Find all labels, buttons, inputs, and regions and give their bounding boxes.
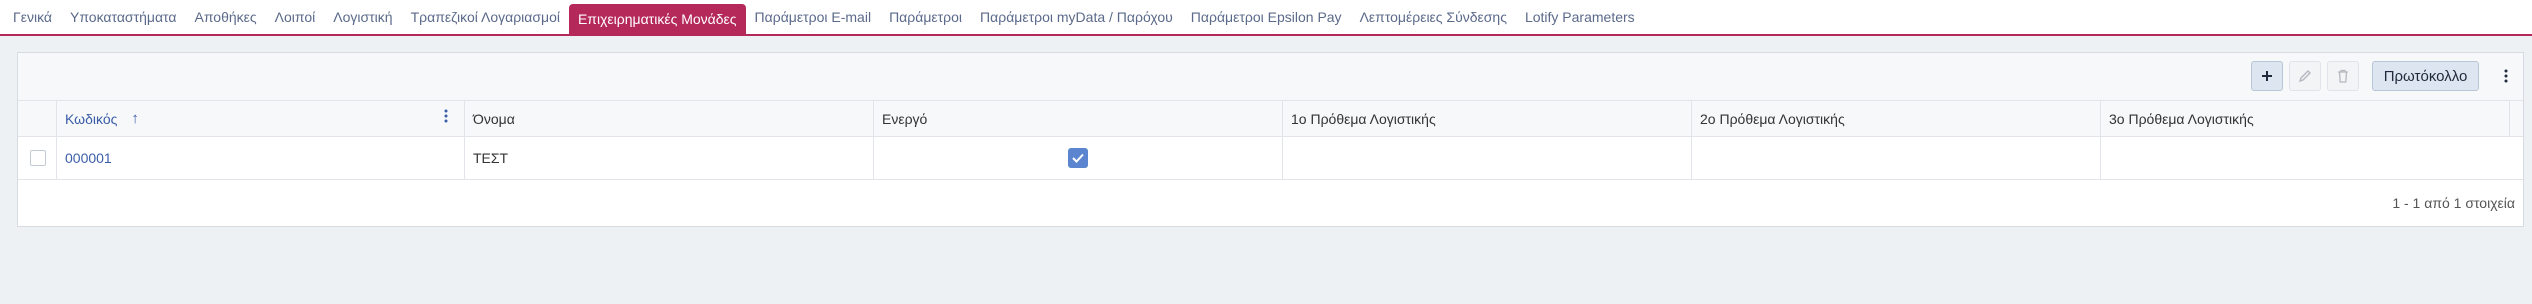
add-button[interactable] — [2251, 61, 2283, 91]
column-header-code[interactable]: Κωδικός ↑ — [57, 101, 465, 136]
tab-mydata-parameters[interactable]: Παράμετροι myData / Παρόχου — [971, 0, 1182, 34]
active-checkbox[interactable] — [1068, 148, 1088, 168]
grid-toolbar: Πρωτόκολλο — [18, 53, 2523, 101]
select-column-header — [18, 101, 57, 136]
checkmark-icon — [1072, 153, 1084, 163]
tab-bank-accounts[interactable]: Τραπεζικοί Λογαριασμοί — [402, 0, 569, 34]
cell-name: ΤΕΣΤ — [465, 137, 874, 179]
cell-active — [874, 137, 1283, 179]
kebab-icon — [2504, 69, 2508, 83]
tab-email-parameters[interactable]: Παράμετροι E-mail — [746, 0, 881, 34]
table-header: Κωδικός ↑ Όνομα Ενεργό 1ο Πρόθεμα Λογιστ… — [18, 101, 2523, 137]
edit-button[interactable] — [2289, 61, 2321, 91]
cell-prefix2 — [1692, 137, 2101, 179]
tab-other[interactable]: Λοιποί — [266, 0, 325, 34]
plus-icon — [2262, 71, 2272, 81]
row-select-cell — [18, 137, 57, 179]
tab-lotify-parameters[interactable]: Lotify Parameters — [1516, 0, 1644, 34]
pencil-icon — [2298, 70, 2311, 83]
sort-ascending-icon: ↑ — [131, 110, 139, 127]
tab-branches[interactable]: Υποκαταστήματα — [61, 0, 185, 34]
tab-epsilon-pay-parameters[interactable]: Παράμετροι Epsilon Pay — [1182, 0, 1351, 34]
cell-prefix3 — [2101, 137, 2523, 179]
tab-accounting[interactable]: Λογιστική — [324, 0, 401, 34]
tab-connection-details[interactable]: Λεπτομέρειες Σύνδεσης — [1351, 0, 1516, 34]
tab-bar: Γενικά Υποκαταστήματα Αποθήκες Λοιποί Λο… — [0, 0, 2532, 36]
cell-prefix1 — [1283, 137, 1692, 179]
row-select-checkbox[interactable] — [30, 150, 46, 166]
cell-code[interactable]: 000001 — [57, 137, 465, 179]
business-units-grid: Πρωτόκολλο Κωδικός ↑ Όνομα Ενεργό 1ο Πρό… — [17, 52, 2524, 227]
tab-warehouses[interactable]: Αποθήκες — [185, 0, 265, 34]
column-header-prefix2[interactable]: 2ο Πρόθεμα Λογιστικής — [1692, 101, 2101, 136]
tab-parameters[interactable]: Παράμετροι — [880, 0, 971, 34]
protocol-button[interactable]: Πρωτόκολλο — [2372, 61, 2479, 91]
table-row[interactable]: 000001 ΤΕΣΤ — [18, 137, 2523, 180]
tab-general[interactable]: Γενικά — [4, 0, 61, 34]
pagination-summary: 1 - 1 από 1 στοιχεία — [2392, 195, 2515, 211]
trash-icon — [2338, 69, 2348, 83]
delete-button[interactable] — [2327, 61, 2359, 91]
column-menu-icon[interactable] — [444, 109, 448, 126]
column-header-name[interactable]: Όνομα — [465, 101, 874, 136]
column-header-active[interactable]: Ενεργό — [874, 101, 1283, 136]
column-header-code-label: Κωδικός — [65, 110, 118, 127]
column-header-prefix3[interactable]: 3ο Πρόθεμα Λογιστικής — [2101, 101, 2510, 136]
column-header-prefix1[interactable]: 1ο Πρόθεμα Λογιστικής — [1283, 101, 1692, 136]
tab-business-units[interactable]: Επιχειρηματικές Μονάδες — [568, 4, 746, 34]
more-actions-button[interactable] — [2494, 61, 2518, 91]
